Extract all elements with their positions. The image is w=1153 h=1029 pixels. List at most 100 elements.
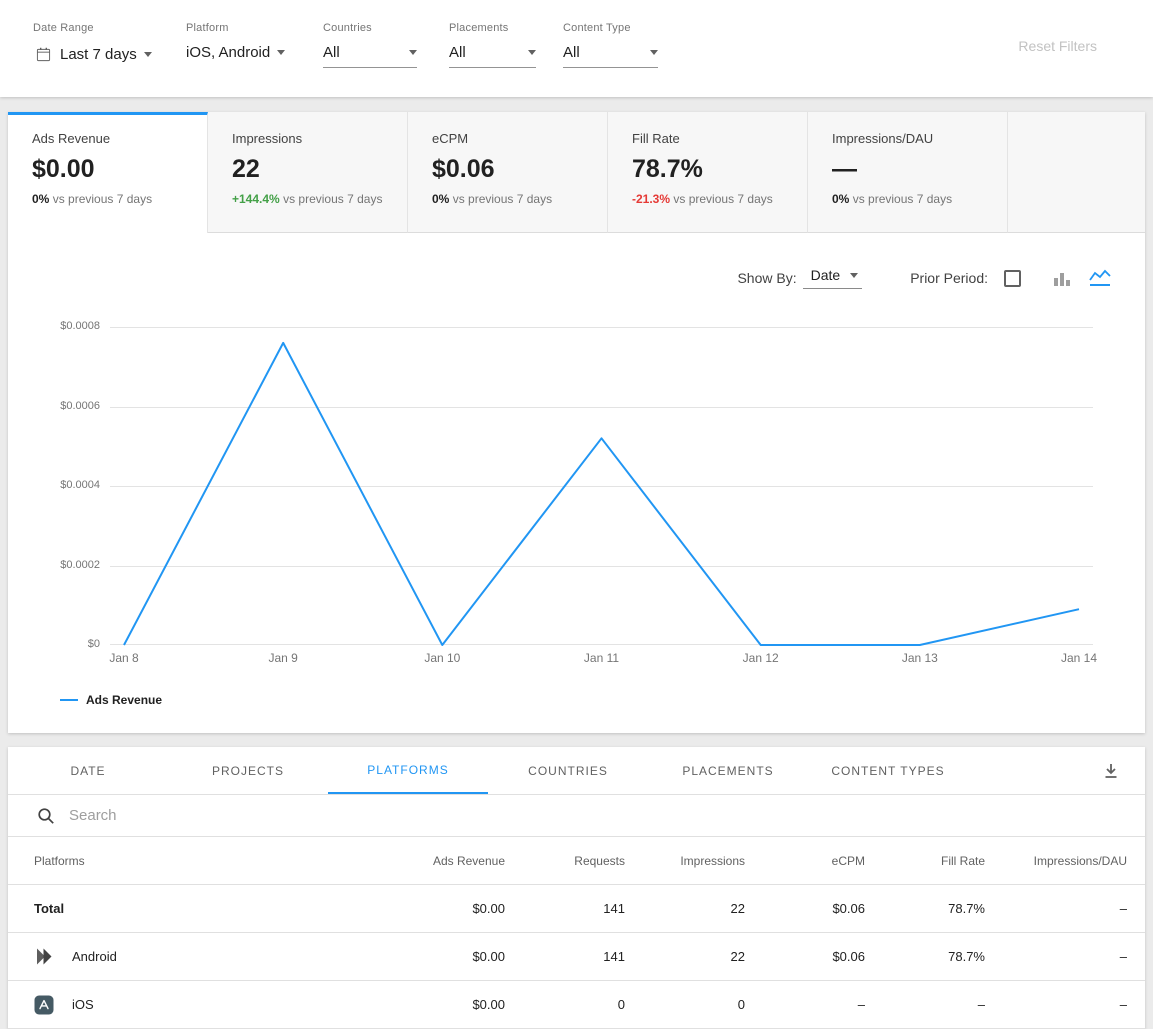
- y-tick-label: $0.0006: [8, 400, 100, 412]
- column-header-requests: Requests: [505, 854, 625, 868]
- platform-value: iOS, Android: [186, 44, 270, 61]
- metric-value: 22: [232, 155, 407, 184]
- prior-period-label: Prior Period:: [910, 270, 988, 286]
- table-header-row: Platforms Ads Revenue Requests Impressio…: [8, 837, 1145, 885]
- metric-label: Impressions/DAU: [832, 131, 1007, 146]
- column-header-ads-revenue: Ads Revenue: [385, 854, 505, 868]
- table-row-total: Total $0.00 141 22 $0.06 78.7% –: [8, 885, 1145, 933]
- row-name: iOS: [72, 997, 94, 1012]
- metric-delta: -21.3% vs previous 7 days: [632, 192, 807, 206]
- show-by-dropdown[interactable]: Date: [803, 267, 863, 289]
- x-tick-label: Jan 10: [424, 651, 460, 665]
- y-tick-label: $0.0008: [8, 320, 100, 332]
- cell-ecpm: $0.06: [745, 949, 865, 964]
- metric-delta: +144.4% vs previous 7 days: [232, 192, 407, 206]
- cell-ecpm: $0.06: [745, 901, 865, 916]
- date-range-dropdown[interactable]: Last 7 days: [33, 44, 186, 70]
- cell-fill-rate: 78.7%: [865, 901, 985, 916]
- chart-controls: Show By: Date Prior Period:: [8, 233, 1145, 291]
- placements-dropdown[interactable]: All: [449, 44, 536, 68]
- cell-ads-revenue: $0.00: [385, 949, 505, 964]
- delta-suffix: vs previous 7 days: [853, 192, 952, 206]
- metric-tabs: Ads Revenue $0.00 0% vs previous 7 days …: [8, 112, 1145, 233]
- metric-delta: 0% vs previous 7 days: [432, 192, 607, 206]
- tab-placements[interactable]: PLACEMENTS: [648, 747, 808, 794]
- chart-panel: Ads Revenue $0.00 0% vs previous 7 days …: [8, 112, 1145, 733]
- metric-label: Impressions: [232, 131, 407, 146]
- cell-impressions-dau: –: [985, 949, 1127, 964]
- column-header-fill-rate: Fill Rate: [865, 854, 985, 868]
- chevron-down-icon: [277, 50, 285, 55]
- content-type-value: All: [563, 44, 580, 61]
- placements-filter[interactable]: Placements All: [449, 22, 563, 97]
- metric-tab-fill-rate[interactable]: Fill Rate 78.7% -21.3% vs previous 7 day…: [608, 112, 808, 233]
- metric-tabs-filler: [1008, 112, 1145, 233]
- delta-value: 0%: [432, 192, 449, 206]
- delta-value: 0%: [32, 192, 49, 206]
- metric-value: —: [832, 155, 1007, 184]
- cell-fill-rate: 78.7%: [865, 949, 985, 964]
- breakdown-table-panel: DATE PROJECTS PLATFORMS COUNTRIES PLACEM…: [8, 747, 1145, 1029]
- tab-date[interactable]: DATE: [8, 747, 168, 794]
- row-name-cell: iOS: [34, 995, 385, 1015]
- revenue-line-series: [110, 327, 1093, 645]
- metric-tab-impressions-dau[interactable]: Impressions/DAU — 0% vs previous 7 days: [808, 112, 1008, 233]
- bar-chart-icon[interactable]: [1053, 270, 1071, 287]
- row-name: Total: [34, 901, 64, 916]
- content-type-dropdown[interactable]: All: [563, 44, 658, 68]
- table-tabs: DATE PROJECTS PLATFORMS COUNTRIES PLACEM…: [8, 747, 1145, 795]
- search-input[interactable]: [69, 807, 1145, 824]
- row-name-cell: Android: [34, 947, 385, 967]
- content-type-label: Content Type: [563, 22, 658, 34]
- column-header-platforms: Platforms: [34, 854, 385, 868]
- date-range-filter[interactable]: Date Range Last 7 days: [33, 22, 186, 97]
- y-tick-label: $0.0004: [8, 479, 100, 491]
- legend-item-ads-revenue[interactable]: Ads Revenue: [60, 693, 1145, 707]
- platform-dropdown[interactable]: iOS, Android: [186, 44, 323, 67]
- legend-label: Ads Revenue: [86, 693, 162, 707]
- cell-ads-revenue: $0.00: [385, 997, 505, 1012]
- reset-filters-button[interactable]: Reset Filters: [1018, 38, 1097, 97]
- date-range-label: Date Range: [33, 22, 186, 34]
- platform-filter[interactable]: Platform iOS, Android: [186, 22, 323, 97]
- chevron-down-icon: [528, 50, 536, 55]
- countries-value: All: [323, 44, 340, 61]
- countries-dropdown[interactable]: All: [323, 44, 417, 68]
- app-store-icon: [34, 995, 54, 1015]
- chevron-down-icon: [409, 50, 417, 55]
- google-play-icon: [34, 947, 54, 967]
- download-icon[interactable]: [1103, 747, 1145, 794]
- chevron-down-icon: [144, 52, 152, 57]
- x-tick-label: Jan 9: [268, 651, 297, 665]
- delta-suffix: vs previous 7 days: [673, 192, 772, 206]
- filter-bar: Date Range Last 7 days Platform iOS, And…: [0, 0, 1153, 97]
- delta-value: -21.3%: [632, 192, 670, 206]
- table-search: [8, 795, 1145, 837]
- metric-tab-ads-revenue[interactable]: Ads Revenue $0.00 0% vs previous 7 days: [8, 112, 208, 233]
- x-tick-label: Jan 11: [584, 651, 619, 665]
- cell-ecpm: –: [745, 997, 865, 1012]
- metric-tab-impressions[interactable]: Impressions 22 +144.4% vs previous 7 day…: [208, 112, 408, 233]
- y-tick-label: $0: [8, 638, 100, 650]
- cell-impressions: 0: [625, 997, 745, 1012]
- tab-projects[interactable]: PROJECTS: [168, 747, 328, 794]
- metric-value: $0.06: [432, 155, 607, 184]
- countries-filter[interactable]: Countries All: [323, 22, 449, 97]
- cell-requests: 141: [505, 949, 625, 964]
- cell-impressions: 22: [625, 901, 745, 916]
- column-header-impressions-dau: Impressions/DAU: [985, 854, 1127, 868]
- delta-suffix: vs previous 7 days: [453, 192, 552, 206]
- cell-requests: 141: [505, 901, 625, 916]
- content-type-filter[interactable]: Content Type All: [563, 22, 658, 97]
- tab-countries[interactable]: COUNTRIES: [488, 747, 648, 794]
- row-name: Android: [72, 949, 117, 964]
- delta-value: +144.4%: [232, 192, 280, 206]
- metric-tab-ecpm[interactable]: eCPM $0.06 0% vs previous 7 days: [408, 112, 608, 233]
- metric-delta: 0% vs previous 7 days: [32, 192, 207, 206]
- line-chart-icon[interactable]: [1089, 269, 1111, 287]
- prior-period-checkbox[interactable]: [1004, 270, 1021, 287]
- tab-content-types[interactable]: CONTENT TYPES: [808, 747, 968, 794]
- tab-platforms[interactable]: PLATFORMS: [328, 747, 488, 794]
- cell-impressions: 22: [625, 949, 745, 964]
- x-tick-label: Jan 14: [1061, 651, 1097, 665]
